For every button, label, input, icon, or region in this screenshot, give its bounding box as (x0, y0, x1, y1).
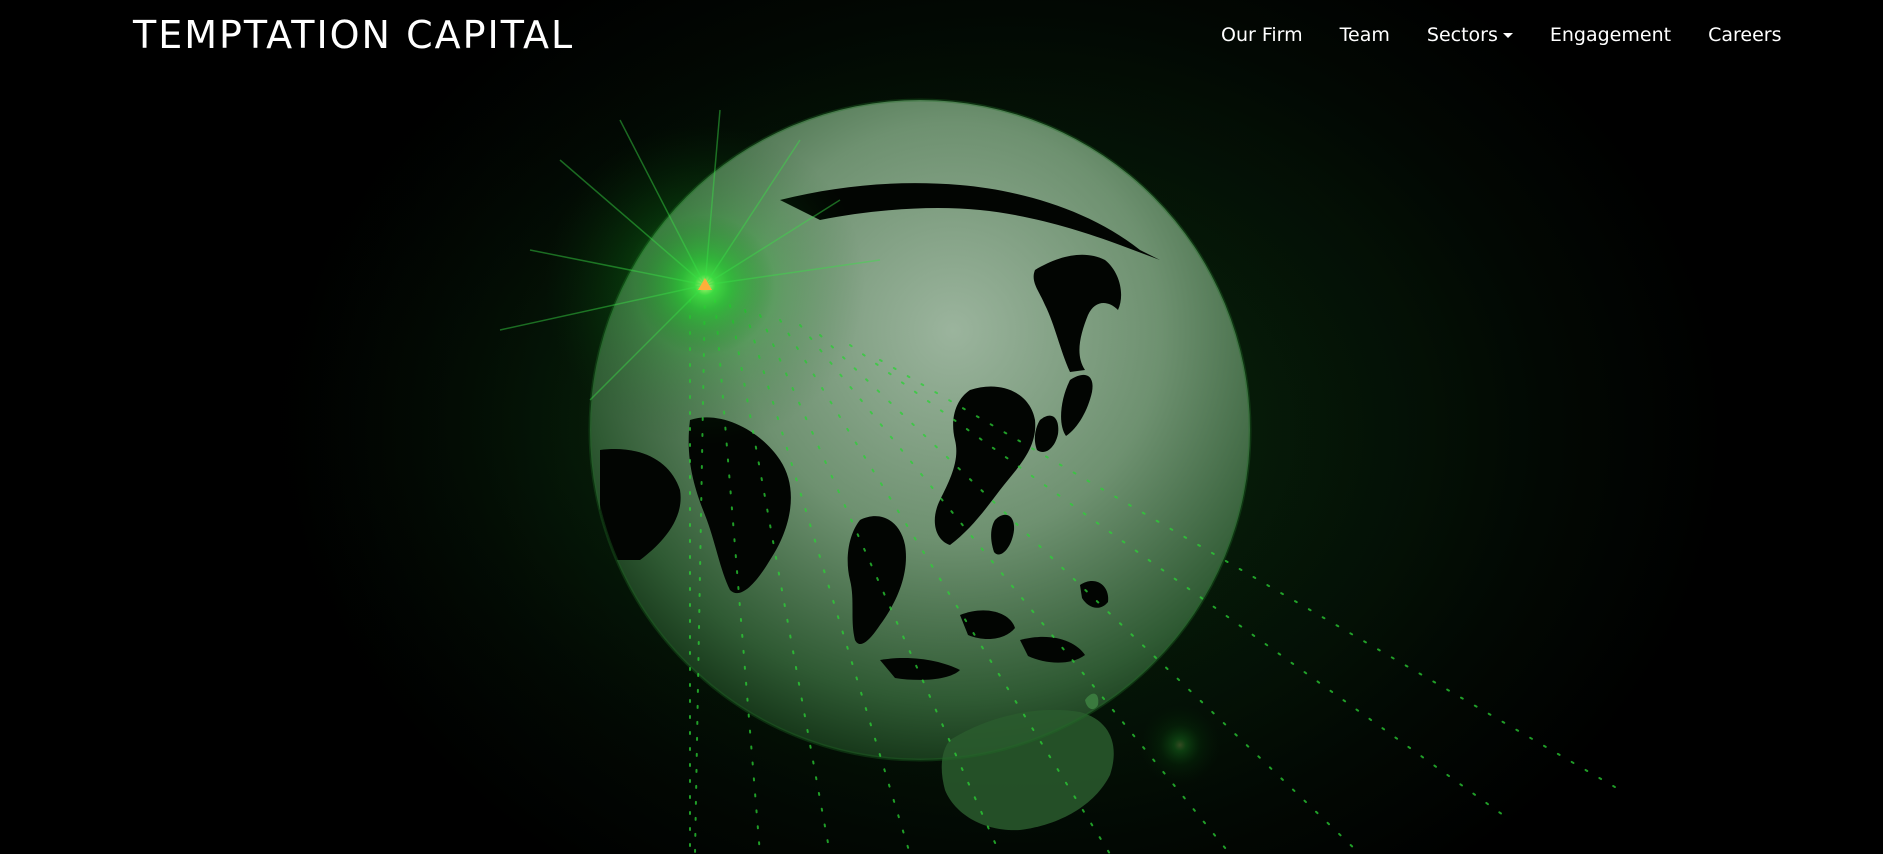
caret-down-icon (1502, 32, 1513, 38)
nav-item-engagement: Engagement (1550, 22, 1671, 48)
nav-link-sectors-label: Sectors (1426, 24, 1498, 46)
hero-globe-image (210, 0, 1621, 854)
main-nav: Our Firm Team Sectors Engagement Careers (1221, 22, 1781, 48)
nav-link-engagement[interactable]: Engagement (1550, 22, 1671, 48)
nav-item-careers: Careers (1708, 22, 1781, 48)
nav-link-careers[interactable]: Careers (1708, 22, 1781, 48)
nav-item-team: Team (1340, 22, 1390, 48)
top-navbar: TEMPTATION CAPITAL Our Firm Team Sectors… (0, 0, 1883, 70)
nav-item-sectors: Sectors (1427, 22, 1513, 48)
nav-link-our-firm[interactable]: Our Firm (1221, 22, 1303, 48)
nav-item-our-firm: Our Firm (1221, 22, 1303, 48)
nav-link-team[interactable]: Team (1340, 22, 1390, 48)
brand-logo-text[interactable]: TEMPTATION CAPITAL (133, 12, 574, 58)
nav-link-sectors-dropdown[interactable]: Sectors (1427, 22, 1513, 48)
page: TEMPTATION CAPITAL Our Firm Team Sectors… (0, 0, 1883, 854)
